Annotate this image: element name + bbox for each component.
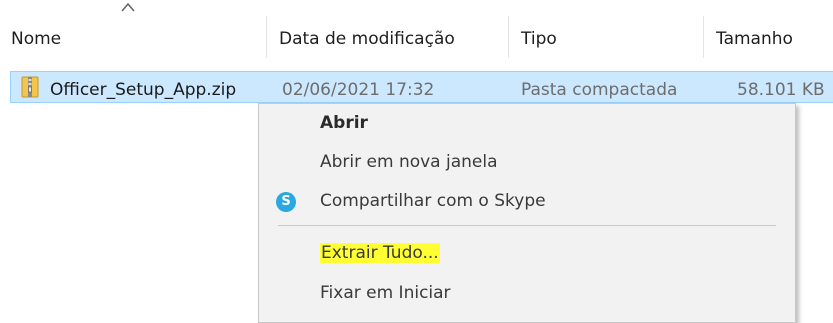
file-type: Pasta compactada bbox=[521, 80, 678, 100]
column-header-bar: Nome Data de modificação Tipo Tamanho bbox=[0, 0, 833, 68]
column-header-modified[interactable]: Data de modificação bbox=[279, 29, 455, 49]
skype-icon: S bbox=[276, 192, 296, 212]
menu-item-share-skype[interactable]: Compartilhar com o Skype bbox=[320, 191, 546, 211]
column-header-type[interactable]: Tipo bbox=[521, 29, 557, 49]
menu-separator bbox=[278, 225, 776, 226]
column-header-name[interactable]: Nome bbox=[11, 29, 61, 49]
menu-item-open[interactable]: Abrir bbox=[320, 113, 368, 133]
column-divider[interactable] bbox=[508, 16, 509, 58]
menu-item-extract-all[interactable]: Extrair Tudo... bbox=[320, 243, 440, 263]
menu-item-open-new-window[interactable]: Abrir em nova janela bbox=[320, 152, 498, 172]
extract-all-highlight: Extrair Tudo... bbox=[320, 243, 440, 263]
column-divider[interactable] bbox=[266, 16, 267, 58]
column-header-size[interactable]: Tamanho bbox=[716, 29, 793, 49]
sort-ascending-icon bbox=[121, 2, 135, 12]
file-modified-date: 02/06/2021 17:32 bbox=[282, 80, 435, 100]
menu-item-pin-start[interactable]: Fixar em Iniciar bbox=[320, 283, 451, 303]
file-name[interactable]: Officer_Setup_App.zip bbox=[50, 80, 236, 100]
file-size: 58.101 KB bbox=[737, 80, 825, 100]
column-divider[interactable] bbox=[703, 16, 704, 58]
zip-folder-icon bbox=[21, 76, 39, 98]
